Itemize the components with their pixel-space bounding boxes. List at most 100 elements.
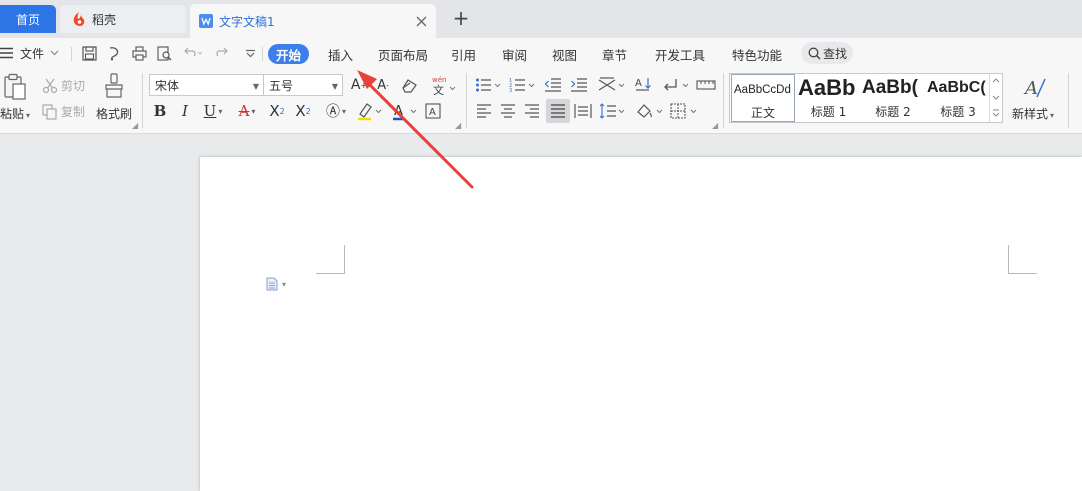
distributed-align-icon[interactable] xyxy=(573,101,593,121)
copy-label: 复制 xyxy=(61,105,86,119)
margin-corner-top-left xyxy=(316,245,345,274)
tab-review-label: 审阅 xyxy=(502,47,528,63)
tab-insert[interactable]: 插入 xyxy=(328,44,353,64)
decrease-indent-icon[interactable] xyxy=(543,75,563,95)
style-sample: AaBb xyxy=(798,75,856,100)
sort-icon[interactable]: A xyxy=(633,75,653,95)
justify-icon[interactable] xyxy=(546,99,570,123)
quick-access-customize-icon[interactable] xyxy=(242,45,258,61)
font-size-select[interactable]: 五号 ▼ xyxy=(263,74,343,96)
svg-text:文: 文 xyxy=(433,83,444,95)
output-pdf-icon[interactable] xyxy=(106,45,122,61)
tab-special-features[interactable]: 特色功能 xyxy=(732,44,782,64)
style-heading-2[interactable]: AaBb( 标题 2 xyxy=(861,74,925,122)
font-size-value: 五号 xyxy=(269,78,294,93)
text-effect-icon[interactable]: Ⓐ ▾ xyxy=(322,100,350,122)
subscript-icon[interactable]: X2 xyxy=(292,100,314,122)
clear-format-icon[interactable] xyxy=(401,77,419,95)
align-right-icon[interactable] xyxy=(522,101,542,121)
bullet-list-icon[interactable] xyxy=(474,75,502,95)
chevron-down-icon xyxy=(50,50,59,56)
svg-text:A: A xyxy=(635,78,642,89)
shading-icon[interactable] xyxy=(634,101,664,121)
new-style-icon[interactable]: A xyxy=(1022,74,1048,102)
svg-text:A: A xyxy=(394,104,403,119)
style-heading-1[interactable]: AaBb 标题 1 xyxy=(797,74,860,122)
tab-developer[interactable]: 开发工具 xyxy=(655,44,705,64)
tab-review[interactable]: 审阅 xyxy=(502,44,527,64)
file-menu[interactable]: 文件 xyxy=(0,38,59,68)
separator xyxy=(1068,73,1069,128)
format-painter-button[interactable]: 格式刷 xyxy=(96,105,132,122)
show-hide-marks-icon[interactable] xyxy=(660,75,690,95)
tab-home[interactable]: 首页 xyxy=(0,5,56,33)
separator xyxy=(466,73,467,128)
document-page[interactable]: ▾ xyxy=(200,157,1082,491)
borders-icon[interactable] xyxy=(669,101,699,121)
undo-icon[interactable] xyxy=(181,45,203,61)
writer-doc-icon xyxy=(199,14,213,28)
paste-button[interactable]: 粘贴 ▾ xyxy=(0,105,30,122)
superscript-icon[interactable]: X2 xyxy=(266,100,288,122)
align-left-icon[interactable] xyxy=(474,101,494,121)
tab-section[interactable]: 章节 xyxy=(602,44,627,64)
plus-icon: + xyxy=(452,6,470,30)
tab-page-layout[interactable]: 页面布局 xyxy=(378,44,428,64)
tab-start[interactable]: 开始 xyxy=(268,44,310,64)
paragraph-options-icon[interactable]: ▾ xyxy=(266,277,286,291)
separator xyxy=(723,73,724,128)
grow-font-icon[interactable]: A + xyxy=(349,74,369,96)
dialog-launcher-icon[interactable]: ◢ xyxy=(455,121,461,130)
strikethrough-icon[interactable]: A ▾ xyxy=(233,100,261,122)
tab-special-features-label: 特色功能 xyxy=(732,47,783,63)
tab-daoke[interactable]: 稻壳 xyxy=(60,5,186,33)
tab-view[interactable]: 视图 xyxy=(552,44,577,64)
increase-indent-icon[interactable] xyxy=(569,75,589,95)
align-center-icon[interactable] xyxy=(498,101,518,121)
numbered-list-icon[interactable]: 123 xyxy=(508,75,536,95)
styles-gallery-scrollbar[interactable] xyxy=(989,74,1002,122)
save-icon[interactable] xyxy=(81,45,97,61)
style-sample: AaBb( xyxy=(862,77,918,98)
style-name: 标题 2 xyxy=(875,105,911,119)
new-style-button[interactable]: 新样式 ▾ xyxy=(1012,105,1054,122)
svg-text:A: A xyxy=(429,107,436,118)
dropdown-caret-icon: ▾ xyxy=(1050,111,1055,120)
format-painter-icon[interactable] xyxy=(102,72,126,100)
character-border-icon[interactable]: A xyxy=(423,101,443,121)
style-heading-3[interactable]: AaBbC( 标题 3 xyxy=(926,74,990,122)
margin-corner-top-right xyxy=(1008,245,1037,274)
tab-references[interactable]: 引用 xyxy=(451,44,476,64)
close-tab-icon[interactable] xyxy=(413,13,429,29)
italic-icon[interactable]: I xyxy=(176,100,194,122)
new-tab-button[interactable]: + xyxy=(451,6,471,30)
dropdown-caret-icon: ▾ xyxy=(26,111,31,120)
tab-insert-label: 插入 xyxy=(328,47,354,63)
shrink-font-icon[interactable]: A- xyxy=(373,74,393,96)
print-preview-icon[interactable] xyxy=(156,45,172,61)
copy-button[interactable]: 复制 xyxy=(42,103,85,120)
redo-icon[interactable] xyxy=(214,45,230,61)
font-name-select[interactable]: 宋体 ▼ xyxy=(149,74,264,96)
file-menu-label: 文件 xyxy=(20,46,45,61)
scissors-icon xyxy=(42,78,58,94)
dialog-launcher-icon[interactable]: ◢ xyxy=(712,121,718,130)
cut-button[interactable]: 剪切 xyxy=(42,77,85,94)
document-area: ▾ xyxy=(0,134,1082,491)
paste-icon[interactable] xyxy=(2,72,28,102)
phonetic-guide-icon[interactable]: wén 文 xyxy=(428,74,458,96)
tab-document[interactable]: 文字文稿1 xyxy=(190,4,436,38)
underline-icon[interactable]: U ▾ xyxy=(199,100,227,122)
font-color-icon[interactable]: A xyxy=(390,100,418,122)
style-sample: AaBbC( xyxy=(927,79,986,96)
highlight-color-icon[interactable] xyxy=(355,100,383,122)
style-normal[interactable]: AaBbCcDd 正文 xyxy=(731,74,795,122)
search-box[interactable]: 查找 xyxy=(801,42,853,64)
print-icon[interactable] xyxy=(131,45,147,61)
bold-icon[interactable]: B xyxy=(151,100,169,122)
dialog-launcher-icon[interactable]: ◢ xyxy=(132,121,138,130)
format-painter-label: 格式刷 xyxy=(96,107,133,121)
text-direction-icon[interactable] xyxy=(596,75,626,95)
line-spacing-icon[interactable] xyxy=(598,101,626,121)
table-tabs-icon[interactable] xyxy=(695,75,717,95)
